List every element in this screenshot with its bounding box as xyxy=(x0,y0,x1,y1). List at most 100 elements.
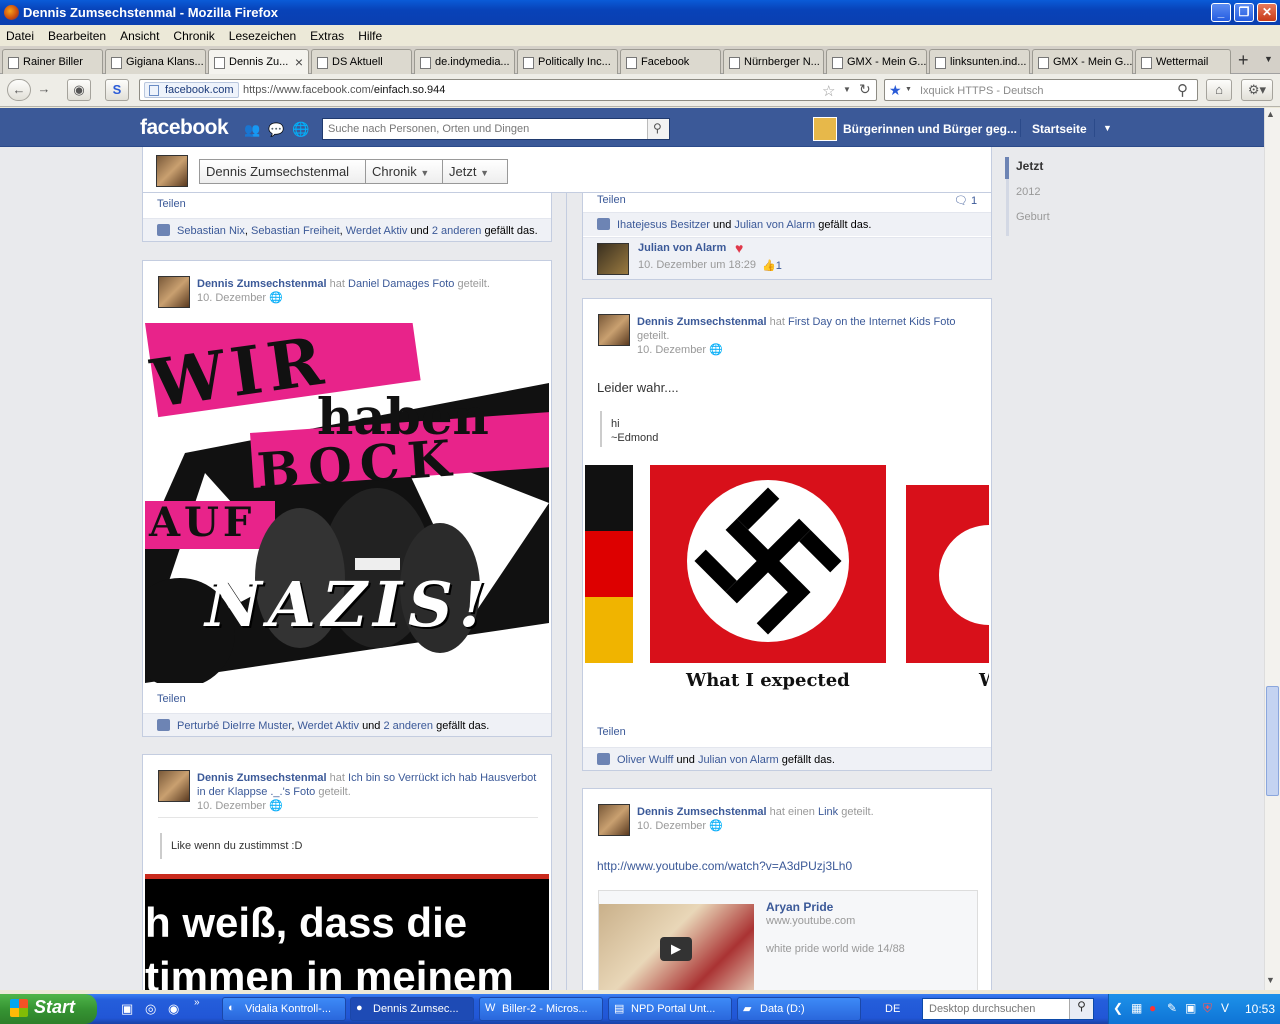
forward-icon[interactable]: → xyxy=(32,79,56,101)
menu-datei[interactable]: Datei xyxy=(6,29,34,43)
tray-icon[interactable]: ✎ xyxy=(1167,1001,1177,1015)
taskbar-item[interactable]: ▤ NPD Portal Unt... xyxy=(608,997,732,1021)
avatar[interactable] xyxy=(158,770,190,802)
comment-count[interactable]: 🗨 1 xyxy=(954,194,977,207)
tab[interactable]: linksunten.ind... xyxy=(929,49,1030,74)
search-icon[interactable]: ⚲ xyxy=(1069,999,1093,1019)
tray-icon[interactable]: ▣ xyxy=(1185,1001,1196,1015)
shared-link-url[interactable]: http://www.youtube.com/watch?v=A3dPUzj3L… xyxy=(597,859,852,873)
play-icon[interactable]: ▶ xyxy=(660,937,692,961)
tab[interactable]: Rainer Biller xyxy=(2,49,103,74)
back-icon[interactable]: ← xyxy=(7,79,31,101)
liker-link[interactable]: Julian von Alarm xyxy=(698,754,779,766)
post-date[interactable]: 10. Dezember xyxy=(637,820,706,832)
link-preview[interactable]: ▶ Aryan Pride www.youtube.com white prid… xyxy=(598,890,978,990)
avatar[interactable] xyxy=(597,243,629,275)
menu-chronik[interactable]: Chronik xyxy=(173,29,214,43)
addon-s-icon[interactable]: S xyxy=(105,79,129,101)
source-link[interactable]: Link xyxy=(818,806,838,818)
restore-button[interactable]: ❐ xyxy=(1234,3,1254,22)
liker-link[interactable]: Oliver Wulff xyxy=(617,754,673,766)
close-button[interactable]: ✕ xyxy=(1257,3,1277,22)
comment-date[interactable]: 10. Dezember um 18:29 xyxy=(638,259,756,271)
timeline-nav-jetzt[interactable]: Jetzt xyxy=(1016,159,1086,173)
share-link[interactable]: Teilen xyxy=(597,194,626,206)
scroll-up-icon[interactable]: ▲ xyxy=(1266,109,1275,119)
liker-link[interactable]: Ihatejesus Besitzer xyxy=(617,219,710,231)
comment-likes[interactable]: 👍1 xyxy=(762,259,782,272)
menu-hilfe[interactable]: Hilfe xyxy=(358,29,382,43)
comment-author-link[interactable]: Julian von Alarm xyxy=(638,242,726,254)
tray-icon[interactable]: V xyxy=(1221,1001,1229,1015)
tab-active[interactable]: Dennis Zu... × xyxy=(208,49,309,75)
taskbar-item[interactable]: W Biller-2 - Micros... xyxy=(479,997,603,1021)
facebook-search-input[interactable]: Suche nach Personen, Orten und Dingen ⚲ xyxy=(322,118,670,140)
page-scrollbar[interactable]: ▲ ▼ xyxy=(1264,108,1280,990)
menu-ansicht[interactable]: Ansicht xyxy=(120,29,159,43)
liker-link[interactable]: Perturbé DieIrre Muster xyxy=(177,720,291,732)
site-identity-button[interactable]: facebook.com xyxy=(144,82,240,98)
audience-globe-icon[interactable]: 🌐 xyxy=(269,800,283,812)
tab[interactable]: de.indymedia... xyxy=(414,49,515,74)
search-icon[interactable]: ⚲ xyxy=(647,119,669,139)
reload-icon[interactable]: ↻ xyxy=(859,81,871,98)
menu-lesezeichen[interactable]: Lesezeichen xyxy=(229,29,296,43)
menu-extras[interactable]: Extras xyxy=(310,29,344,43)
author-link[interactable]: Dennis Zumsechstenmal xyxy=(197,772,327,784)
tab[interactable]: Nürnberger N... xyxy=(723,49,824,74)
facebook-logo[interactable]: facebook xyxy=(140,116,229,140)
shared-photo[interactable]: h weiß, dass die timmen in meinem xyxy=(145,874,549,990)
share-link[interactable]: Teilen xyxy=(597,726,626,738)
post-date[interactable]: 10. Dezember xyxy=(197,292,266,304)
source-link[interactable]: First Day on the Internet Kids Foto xyxy=(788,316,956,328)
minimize-button[interactable]: _ xyxy=(1211,3,1231,22)
video-thumbnail[interactable]: ▶ xyxy=(599,904,754,990)
shield-icon[interactable]: ⛨ xyxy=(1203,1001,1212,1016)
taskbar-item[interactable]: ▰ Data (D:) xyxy=(737,997,861,1021)
current-page-link[interactable]: Bürgerinnen und Bürger geg... xyxy=(813,117,1017,141)
tab[interactable]: Facebook xyxy=(620,49,721,74)
desktop-search-input[interactable]: Desktop durchsuchen ⚲ xyxy=(922,998,1094,1020)
others-link[interactable]: 2 anderen xyxy=(383,720,433,732)
liker-link[interactable]: Sebastian Freiheit xyxy=(251,225,340,237)
tab[interactable]: Politically Inc... xyxy=(517,49,618,74)
jetzt-dropdown[interactable]: Jetzt ▼ xyxy=(442,159,508,184)
home-link[interactable]: Startseite xyxy=(1032,122,1087,136)
quicklaunch-more-icon[interactable]: » xyxy=(194,997,200,1008)
avatar[interactable] xyxy=(158,276,190,308)
start-button[interactable]: Start xyxy=(0,994,97,1024)
tab[interactable]: GMX - Mein G... xyxy=(1032,49,1133,74)
share-link[interactable]: Teilen xyxy=(157,693,186,705)
url-dropdown-icon[interactable]: ▼ xyxy=(843,85,851,94)
post-date[interactable]: 10. Dezember xyxy=(197,800,266,812)
shared-photo[interactable]: WIR haben BOCK AUF NAZIS! xyxy=(145,323,549,683)
preview-title[interactable]: Aryan Pride xyxy=(766,900,833,914)
share-link[interactable]: Teilen xyxy=(157,198,186,210)
notifications-icon[interactable]: 🌐 xyxy=(292,121,309,138)
post-date[interactable]: 10. Dezember xyxy=(637,344,706,356)
tab[interactable]: Wettermail xyxy=(1135,49,1231,74)
taskbar-item[interactable]: ◐ Vidalia Kontroll-... xyxy=(222,997,346,1021)
new-tab-icon[interactable]: + xyxy=(1238,50,1249,71)
author-link[interactable]: Dennis Zumsechstenmal xyxy=(197,278,327,290)
clock[interactable]: 10:53 xyxy=(1245,1002,1275,1016)
others-link[interactable]: 2 anderen xyxy=(432,225,482,237)
liker-link[interactable]: Werdet Aktiv xyxy=(346,225,408,237)
tor-onion-icon[interactable]: ◉ xyxy=(67,79,91,101)
audience-globe-icon[interactable]: 🌐 xyxy=(709,344,723,356)
menu-bearbeiten[interactable]: Bearbeiten xyxy=(48,29,106,43)
chronik-dropdown[interactable]: Chronik ▼ xyxy=(365,159,444,184)
tab-close-icon[interactable]: × xyxy=(295,54,303,70)
avatar[interactable] xyxy=(598,314,630,346)
search-engine-bar[interactable]: ★ ▼ Ixquick HTTPS - Deutsch ⚲ xyxy=(884,79,1198,101)
scroll-down-icon[interactable]: ▼ xyxy=(1266,975,1275,985)
quicklaunch-icon[interactable]: ▣ xyxy=(121,1001,133,1017)
friend-requests-icon[interactable]: 👥 xyxy=(244,122,260,138)
scrollbar-thumb[interactable] xyxy=(1266,686,1279,796)
avatar[interactable] xyxy=(598,804,630,836)
taskbar-item-active[interactable]: ● Dennis Zumsec... xyxy=(350,997,474,1021)
search-engine-icon[interactable]: ★ xyxy=(889,82,902,99)
search-icon[interactable]: ⚲ xyxy=(1177,81,1188,99)
language-indicator[interactable]: DE xyxy=(885,1003,900,1015)
url-bar[interactable]: facebook.com https://www.facebook.com/ei… xyxy=(139,79,877,101)
